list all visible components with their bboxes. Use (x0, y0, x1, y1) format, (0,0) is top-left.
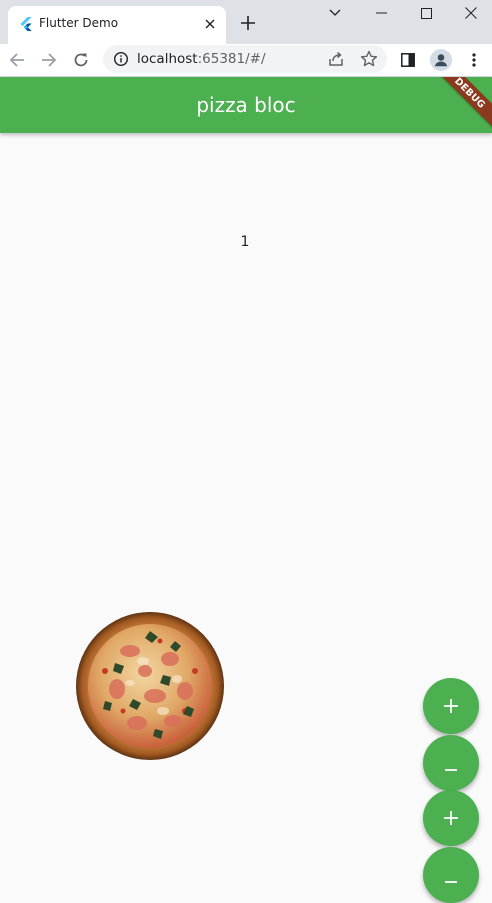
address-bar[interactable]: localhost:65381/#/ (103, 45, 387, 73)
add-pizza-button-2[interactable] (423, 790, 479, 846)
pizza-image (76, 612, 224, 760)
browser-toolbar: localhost:65381/#/ (0, 44, 492, 77)
close-window-button[interactable] (448, 0, 492, 26)
reload-icon[interactable] (68, 47, 94, 73)
tab-close-icon[interactable] (200, 14, 220, 34)
new-tab-button[interactable] (236, 11, 260, 35)
site-info-icon[interactable] (113, 51, 129, 67)
forward-arrow-icon[interactable] (36, 47, 62, 73)
browser-tab-strip: Flutter Demo (0, 0, 492, 44)
profile-avatar-icon[interactable] (429, 48, 453, 72)
add-pizza-button[interactable] (423, 678, 479, 734)
bookmark-star-icon[interactable] (360, 50, 378, 68)
app-bar: pizza bloc DEBUG (0, 77, 492, 133)
side-panel-icon[interactable] (396, 48, 420, 72)
add-icon (444, 811, 458, 825)
url-host: localhost (137, 51, 198, 67)
url-text[interactable]: localhost:65381/#/ (137, 51, 266, 67)
remove-icon (445, 769, 457, 771)
app-title: pizza bloc (196, 93, 296, 117)
maximize-button[interactable] (403, 0, 449, 26)
flutter-logo-icon (20, 17, 32, 31)
pizza-counter: 1 (240, 234, 250, 250)
remove-pizza-button-2[interactable] (423, 847, 479, 903)
remove-pizza-button[interactable] (423, 735, 479, 791)
url-path: :65381/#/ (197, 51, 266, 67)
browser-tab[interactable]: Flutter Demo (8, 6, 226, 44)
remove-icon (445, 881, 457, 883)
tab-search-chevron-icon[interactable] (312, 0, 358, 26)
add-icon (444, 699, 458, 713)
minimize-button[interactable] (358, 0, 404, 26)
share-icon[interactable] (327, 50, 345, 68)
tab-title: Flutter Demo (39, 16, 119, 30)
back-arrow-icon[interactable] (4, 47, 30, 73)
browser-menu-icon[interactable] (462, 48, 486, 72)
